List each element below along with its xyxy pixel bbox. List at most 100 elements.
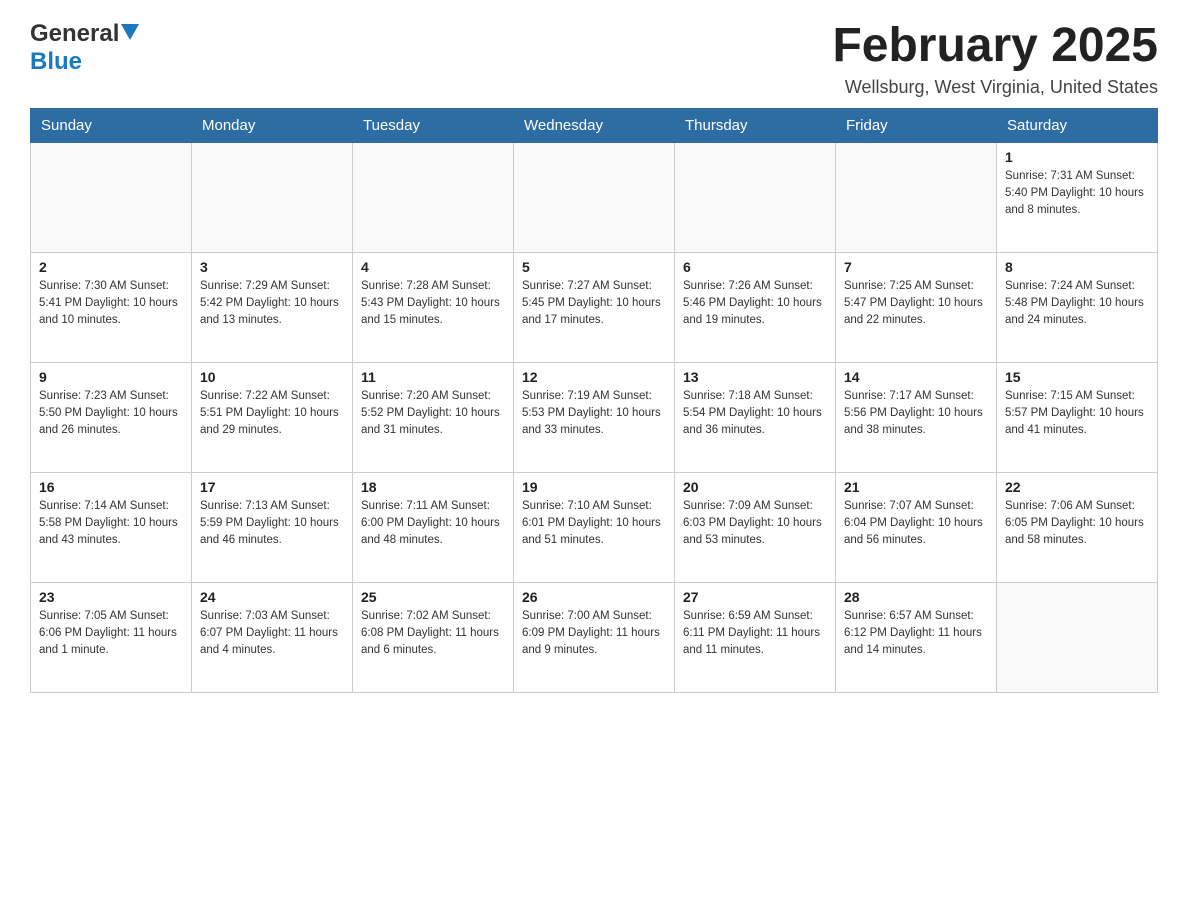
day-info: Sunrise: 7:24 AM Sunset: 5:48 PM Dayligh… [1005, 278, 1149, 330]
day-info: Sunrise: 6:59 AM Sunset: 6:11 PM Dayligh… [683, 608, 827, 660]
logo-triangle-icon [121, 24, 139, 45]
calendar-week-row: 9 Sunrise: 7:23 AM Sunset: 5:50 PM Daylig… [31, 362, 1158, 472]
day-info: Sunrise: 7:28 AM Sunset: 5:43 PM Dayligh… [361, 278, 505, 330]
day-number: 5 [522, 259, 666, 275]
day-info: Sunrise: 7:27 AM Sunset: 5:45 PM Dayligh… [522, 278, 666, 330]
day-info: Sunrise: 7:10 AM Sunset: 6:01 PM Dayligh… [522, 498, 666, 550]
calendar-day-cell: 16Sunrise: 7:14 AM Sunset: 5:58 PM Dayli… [31, 472, 192, 582]
calendar-day-cell: 15 Sunrise: 7:15 AM Sunset: 5:57 PM Dayli… [997, 362, 1158, 472]
day-number: 13 [683, 369, 827, 385]
day-number: 24 [200, 589, 344, 605]
day-of-week-header: Sunday [31, 108, 192, 142]
day-info: Sunrise: 7:00 AM Sunset: 6:09 PM Dayligh… [522, 608, 666, 660]
calendar-week-row: 16Sunrise: 7:14 AM Sunset: 5:58 PM Dayli… [31, 472, 1158, 582]
calendar-day-cell: 20Sunrise: 7:09 AM Sunset: 6:03 PM Dayli… [675, 472, 836, 582]
calendar-day-cell: 13Sunrise: 7:18 AM Sunset: 5:54 PM Dayli… [675, 362, 836, 472]
day-info: Sunrise: 7:22 AM Sunset: 5:51 PM Dayligh… [200, 388, 344, 440]
calendar-day-cell: 27Sunrise: 6:59 AM Sunset: 6:11 PM Dayli… [675, 582, 836, 692]
calendar-day-cell: 10 Sunrise: 7:22 AM Sunset: 5:51 PM Dayli… [192, 362, 353, 472]
calendar-day-cell: 28 Sunrise: 6:57 AM Sunset: 6:12 PM Dayli… [836, 582, 997, 692]
day-number: 3 [200, 259, 344, 275]
day-number: 22 [1005, 479, 1149, 495]
day-info: Sunrise: 7:30 AM Sunset: 5:41 PM Dayligh… [39, 278, 183, 330]
day-info: Sunrise: 7:13 AM Sunset: 5:59 PM Dayligh… [200, 498, 344, 550]
day-number: 9 [39, 369, 183, 385]
calendar-day-cell: 12 Sunrise: 7:19 AM Sunset: 5:53 PM Dayli… [514, 362, 675, 472]
day-number: 10 [200, 369, 344, 385]
calendar-day-cell: 1 Sunrise: 7:31 AM Sunset: 5:40 PM Daylig… [997, 142, 1158, 252]
day-number: 2 [39, 259, 183, 275]
day-number: 15 [1005, 369, 1149, 385]
day-info: Sunrise: 7:25 AM Sunset: 5:47 PM Dayligh… [844, 278, 988, 330]
day-number: 19 [522, 479, 666, 495]
calendar-day-cell: 18 Sunrise: 7:11 AM Sunset: 6:00 PM Dayli… [353, 472, 514, 582]
day-number: 16 [39, 479, 183, 495]
calendar-week-row: 2 Sunrise: 7:30 AM Sunset: 5:41 PM Daylig… [31, 252, 1158, 362]
day-of-week-header: Friday [836, 108, 997, 142]
calendar-day-cell: 22 Sunrise: 7:06 AM Sunset: 6:05 PM Dayli… [997, 472, 1158, 582]
day-number: 28 [844, 589, 988, 605]
title-section: February 2025 Wellsburg, West Virginia, … [832, 20, 1158, 98]
day-info: Sunrise: 7:23 AM Sunset: 5:50 PM Dayligh… [39, 388, 183, 440]
day-number: 18 [361, 479, 505, 495]
day-info: Sunrise: 7:07 AM Sunset: 6:04 PM Dayligh… [844, 498, 988, 550]
day-of-week-header: Monday [192, 108, 353, 142]
day-info: Sunrise: 7:15 AM Sunset: 5:57 PM Dayligh… [1005, 388, 1149, 440]
calendar-day-cell: 17 Sunrise: 7:13 AM Sunset: 5:59 PM Dayli… [192, 472, 353, 582]
day-info: Sunrise: 7:20 AM Sunset: 5:52 PM Dayligh… [361, 388, 505, 440]
day-info: Sunrise: 7:11 AM Sunset: 6:00 PM Dayligh… [361, 498, 505, 550]
calendar-day-cell [836, 142, 997, 252]
calendar-day-cell [675, 142, 836, 252]
calendar-table: SundayMondayTuesdayWednesdayThursdayFrid… [30, 108, 1158, 693]
calendar-day-cell: 25 Sunrise: 7:02 AM Sunset: 6:08 PM Dayli… [353, 582, 514, 692]
day-of-week-header: Saturday [997, 108, 1158, 142]
day-number: 12 [522, 369, 666, 385]
calendar-day-cell: 9 Sunrise: 7:23 AM Sunset: 5:50 PM Daylig… [31, 362, 192, 472]
calendar-day-cell: 21 Sunrise: 7:07 AM Sunset: 6:04 PM Dayli… [836, 472, 997, 582]
calendar-week-row: 1 Sunrise: 7:31 AM Sunset: 5:40 PM Daylig… [31, 142, 1158, 252]
day-info: Sunrise: 7:03 AM Sunset: 6:07 PM Dayligh… [200, 608, 344, 660]
calendar-day-cell: 4Sunrise: 7:28 AM Sunset: 5:43 PM Daylig… [353, 252, 514, 362]
calendar-day-cell: 2 Sunrise: 7:30 AM Sunset: 5:41 PM Daylig… [31, 252, 192, 362]
calendar-week-row: 23 Sunrise: 7:05 AM Sunset: 6:06 PM Dayli… [31, 582, 1158, 692]
location-text: Wellsburg, West Virginia, United States [832, 77, 1158, 98]
logo-blue-text: Blue [30, 48, 82, 75]
day-number: 25 [361, 589, 505, 605]
calendar-day-cell: 7 Sunrise: 7:25 AM Sunset: 5:47 PM Daylig… [836, 252, 997, 362]
day-number: 26 [522, 589, 666, 605]
day-of-week-header: Tuesday [353, 108, 514, 142]
day-number: 17 [200, 479, 344, 495]
calendar-day-cell: 19 Sunrise: 7:10 AM Sunset: 6:01 PM Dayli… [514, 472, 675, 582]
day-number: 21 [844, 479, 988, 495]
calendar-day-cell: 5 Sunrise: 7:27 AM Sunset: 5:45 PM Daylig… [514, 252, 675, 362]
calendar-day-cell: 11 Sunrise: 7:20 AM Sunset: 5:52 PM Dayli… [353, 362, 514, 472]
day-number: 11 [361, 369, 505, 385]
day-info: Sunrise: 7:29 AM Sunset: 5:42 PM Dayligh… [200, 278, 344, 330]
logo: General Blue [30, 20, 139, 76]
calendar-day-cell: 6Sunrise: 7:26 AM Sunset: 5:46 PM Daylig… [675, 252, 836, 362]
calendar-day-cell: 24 Sunrise: 7:03 AM Sunset: 6:07 PM Dayli… [192, 582, 353, 692]
logo-general-text: General [30, 20, 119, 48]
calendar-day-cell [353, 142, 514, 252]
calendar-day-cell [514, 142, 675, 252]
day-info: Sunrise: 7:02 AM Sunset: 6:08 PM Dayligh… [361, 608, 505, 660]
calendar-header-row: SundayMondayTuesdayWednesdayThursdayFrid… [31, 108, 1158, 142]
day-info: Sunrise: 7:17 AM Sunset: 5:56 PM Dayligh… [844, 388, 988, 440]
calendar-day-cell: 8 Sunrise: 7:24 AM Sunset: 5:48 PM Daylig… [997, 252, 1158, 362]
day-number: 1 [1005, 149, 1149, 165]
day-number: 7 [844, 259, 988, 275]
day-info: Sunrise: 6:57 AM Sunset: 6:12 PM Dayligh… [844, 608, 988, 660]
day-number: 8 [1005, 259, 1149, 275]
day-info: Sunrise: 7:19 AM Sunset: 5:53 PM Dayligh… [522, 388, 666, 440]
day-info: Sunrise: 7:06 AM Sunset: 6:05 PM Dayligh… [1005, 498, 1149, 550]
day-number: 14 [844, 369, 988, 385]
calendar-day-cell: 3 Sunrise: 7:29 AM Sunset: 5:42 PM Daylig… [192, 252, 353, 362]
day-of-week-header: Wednesday [514, 108, 675, 142]
day-info: Sunrise: 7:31 AM Sunset: 5:40 PM Dayligh… [1005, 168, 1149, 220]
day-of-week-header: Thursday [675, 108, 836, 142]
calendar-day-cell [192, 142, 353, 252]
day-info: Sunrise: 7:05 AM Sunset: 6:06 PM Dayligh… [39, 608, 183, 660]
day-number: 20 [683, 479, 827, 495]
day-number: 23 [39, 589, 183, 605]
calendar-day-cell: 23 Sunrise: 7:05 AM Sunset: 6:06 PM Dayli… [31, 582, 192, 692]
